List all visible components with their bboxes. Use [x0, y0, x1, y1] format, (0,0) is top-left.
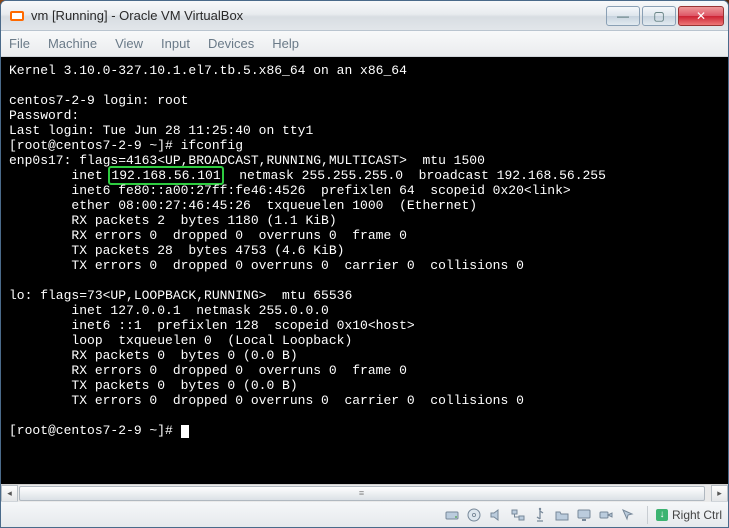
menu-devices[interactable]: Devices	[208, 36, 254, 51]
terminal-line: TX packets 0 bytes 0 (0.0 B)	[9, 378, 298, 393]
host-key-label: Right Ctrl	[672, 508, 722, 522]
terminal-line: [root@centos7-2-9 ~]# ifconfig	[9, 138, 243, 153]
close-button[interactable]: ✕	[678, 6, 724, 26]
terminal-line: RX errors 0 dropped 0 overruns 0 frame 0	[9, 228, 407, 243]
terminal-line: loop txqueuelen 0 (Local Loopback)	[9, 333, 352, 348]
statusbar: ↓ Right Ctrl	[1, 501, 728, 527]
terminal-line: Password:	[9, 108, 79, 123]
terminal-line: Last login: Tue Jun 28 11:25:40 on tty1	[9, 123, 313, 138]
maximize-button[interactable]: ▢	[642, 6, 676, 26]
terminal-prompt: [root@centos7-2-9 ~]#	[9, 423, 181, 438]
terminal-line: inet6 ::1 prefixlen 128 scopeid 0x10<hos…	[9, 318, 415, 333]
scroll-left-button[interactable]: ◂	[1, 485, 18, 502]
terminal-line: ether 08:00:27:46:45:26 txqueuelen 1000 …	[9, 198, 477, 213]
app-icon	[9, 8, 25, 24]
terminal[interactable]: Kernel 3.10.0-327.10.1.el7.tb.5.x86_64 o…	[1, 57, 728, 484]
terminal-line: centos7-2-9 login: root	[9, 93, 188, 108]
terminal-line: TX packets 28 bytes 4753 (4.6 KiB)	[9, 243, 344, 258]
terminal-line: RX errors 0 dropped 0 overruns 0 frame 0	[9, 363, 407, 378]
scroll-thumb[interactable]: ≡	[19, 486, 705, 501]
terminal-line: Kernel 3.10.0-327.10.1.el7.tb.5.x86_64 o…	[9, 63, 407, 78]
host-key-arrow-icon: ↓	[656, 509, 668, 521]
menu-input[interactable]: Input	[161, 36, 190, 51]
window-title: vm [Running] - Oracle VM VirtualBox	[31, 8, 606, 23]
terminal-line: inet	[9, 168, 110, 183]
menubar: File Machine View Input Devices Help	[1, 31, 728, 57]
mouse-integration-icon[interactable]	[619, 506, 637, 524]
audio-icon[interactable]	[487, 506, 505, 524]
terminal-line: TX errors 0 dropped 0 overruns 0 carrier…	[9, 393, 524, 408]
virtualbox-window: vm [Running] - Oracle VM VirtualBox — ▢ …	[0, 0, 729, 528]
scroll-track[interactable]: ≡	[18, 485, 711, 502]
status-icons	[443, 506, 637, 524]
terminal-line: enp0s17: flags=4163<UP,BROADCAST,RUNNING…	[9, 153, 485, 168]
recording-icon[interactable]	[597, 506, 615, 524]
terminal-line: RX packets 2 bytes 1180 (1.1 KiB)	[9, 213, 337, 228]
titlebar[interactable]: vm [Running] - Oracle VM VirtualBox — ▢ …	[1, 1, 728, 31]
terminal-line: lo: flags=73<UP,LOOPBACK,RUNNING> mtu 65…	[9, 288, 352, 303]
scroll-right-button[interactable]: ▸	[711, 485, 728, 502]
display-icon[interactable]	[575, 506, 593, 524]
menu-file[interactable]: File	[9, 36, 30, 51]
terminal-line: RX packets 0 bytes 0 (0.0 B)	[9, 348, 298, 363]
menu-machine[interactable]: Machine	[48, 36, 97, 51]
optical-disk-icon[interactable]	[465, 506, 483, 524]
terminal-line: inet 127.0.0.1 netmask 255.0.0.0	[9, 303, 329, 318]
terminal-line: TX errors 0 dropped 0 overruns 0 carrier…	[9, 258, 524, 273]
cursor	[181, 425, 189, 438]
terminal-line: netmask 255.255.255.0 broadcast 192.168.…	[224, 168, 606, 183]
terminal-line: inet6 fe80::a00:27ff:fe46:4526 prefixlen…	[9, 183, 571, 198]
host-key-indicator[interactable]: ↓ Right Ctrl	[647, 506, 722, 524]
horizontal-scrollbar[interactable]: ◂ ≡ ▸	[1, 484, 728, 501]
hard-disk-icon[interactable]	[443, 506, 461, 524]
menu-help[interactable]: Help	[272, 36, 299, 51]
minimize-button[interactable]: —	[606, 6, 640, 26]
menu-view[interactable]: View	[115, 36, 143, 51]
network-icon[interactable]	[509, 506, 527, 524]
usb-icon[interactable]	[531, 506, 549, 524]
shared-folders-icon[interactable]	[553, 506, 571, 524]
